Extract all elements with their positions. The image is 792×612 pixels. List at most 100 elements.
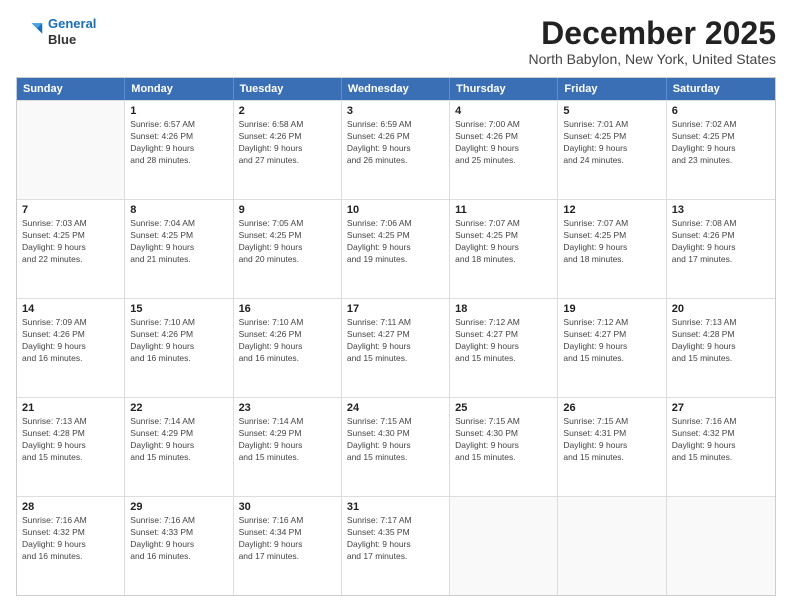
day-info: Sunrise: 7:08 AM Sunset: 4:26 PM Dayligh… <box>672 218 770 266</box>
day-cell-21: 21 Sunrise: 7:13 AM Sunset: 4:28 PM Dayli… <box>17 398 125 496</box>
day-cell-6: 6 Sunrise: 7:02 AM Sunset: 4:25 PM Daylig… <box>667 101 775 199</box>
day-number: 21 <box>22 402 119 414</box>
empty-cell-4-5 <box>558 497 666 595</box>
day-info: Sunrise: 6:59 AM Sunset: 4:26 PM Dayligh… <box>347 119 444 167</box>
day-cell-2: 2Sunrise: 6:58 AM Sunset: 4:26 PM Daylig… <box>234 101 342 199</box>
calendar-header: SundayMondayTuesdayWednesdayThursdayFrid… <box>17 78 775 100</box>
day-number: 9 <box>239 204 336 216</box>
day-info: Sunrise: 7:03 AM Sunset: 4:25 PM Dayligh… <box>22 218 119 266</box>
calendar: SundayMondayTuesdayWednesdayThursdayFrid… <box>16 77 776 596</box>
header-day-monday: Monday <box>125 78 233 100</box>
day-number: 4 <box>455 105 552 117</box>
day-cell-5: 5Sunrise: 7:01 AM Sunset: 4:25 PM Daylig… <box>558 101 666 199</box>
day-cell-25: 25 Sunrise: 7:15 AM Sunset: 4:30 PM Dayli… <box>450 398 558 496</box>
day-number: 5 <box>563 105 660 117</box>
subtitle: North Babylon, New York, United States <box>529 51 776 67</box>
day-number: 22 <box>130 402 227 414</box>
day-number: 29 <box>130 501 227 513</box>
day-number: 15 <box>130 303 227 315</box>
day-cell-30: 30Sunrise: 7:16 AM Sunset: 4:34 PM Dayli… <box>234 497 342 595</box>
day-cell-20: 20 Sunrise: 7:13 AM Sunset: 4:28 PM Dayli… <box>667 299 775 397</box>
day-number: 2 <box>239 105 336 117</box>
day-number: 16 <box>239 303 336 315</box>
day-cell-14: 14 Sunrise: 7:09 AM Sunset: 4:26 PM Dayli… <box>17 299 125 397</box>
day-info: Sunrise: 7:02 AM Sunset: 4:25 PM Dayligh… <box>672 119 770 167</box>
day-cell-7: 7 Sunrise: 7:03 AM Sunset: 4:25 PM Daylig… <box>17 200 125 298</box>
day-info: Sunrise: 7:11 AM Sunset: 4:27 PM Dayligh… <box>347 317 444 365</box>
day-cell-15: 15 Sunrise: 7:10 AM Sunset: 4:26 PM Dayli… <box>125 299 233 397</box>
day-number: 1 <box>130 105 227 117</box>
empty-cell-4-4 <box>450 497 558 595</box>
day-number: 26 <box>563 402 660 414</box>
header: General Blue December 2025 North Babylon… <box>16 16 776 67</box>
day-info: Sunrise: 7:16 AM Sunset: 4:33 PM Dayligh… <box>130 515 227 563</box>
day-number: 25 <box>455 402 552 414</box>
header-day-tuesday: Tuesday <box>234 78 342 100</box>
calendar-row-4: 28 Sunrise: 7:16 AM Sunset: 4:32 PM Dayli… <box>17 496 775 595</box>
day-info: Sunrise: 7:16 AM Sunset: 4:32 PM Dayligh… <box>22 515 119 563</box>
day-info: Sunrise: 7:15 AM Sunset: 4:30 PM Dayligh… <box>455 416 552 464</box>
day-info: Sunrise: 7:14 AM Sunset: 4:29 PM Dayligh… <box>130 416 227 464</box>
calendar-body: 1 Sunrise: 6:57 AM Sunset: 4:26 PM Daylig… <box>17 100 775 595</box>
day-cell-29: 29 Sunrise: 7:16 AM Sunset: 4:33 PM Dayli… <box>125 497 233 595</box>
day-info: Sunrise: 7:06 AM Sunset: 4:25 PM Dayligh… <box>347 218 444 266</box>
day-number: 13 <box>672 204 770 216</box>
day-cell-16: 16 Sunrise: 7:10 AM Sunset: 4:26 PM Dayli… <box>234 299 342 397</box>
logo-line1: General <box>48 16 96 31</box>
day-info: Sunrise: 7:13 AM Sunset: 4:28 PM Dayligh… <box>22 416 119 464</box>
day-cell-4: 4 Sunrise: 7:00 AM Sunset: 4:26 PM Daylig… <box>450 101 558 199</box>
day-info: Sunrise: 7:16 AM Sunset: 4:32 PM Dayligh… <box>672 416 770 464</box>
day-number: 7 <box>22 204 119 216</box>
header-day-thursday: Thursday <box>450 78 558 100</box>
day-cell-24: 24Sunrise: 7:15 AM Sunset: 4:30 PM Dayli… <box>342 398 450 496</box>
day-number: 30 <box>239 501 336 513</box>
header-day-sunday: Sunday <box>17 78 125 100</box>
day-cell-18: 18 Sunrise: 7:12 AM Sunset: 4:27 PM Dayli… <box>450 299 558 397</box>
day-info: Sunrise: 7:09 AM Sunset: 4:26 PM Dayligh… <box>22 317 119 365</box>
logo-text: General Blue <box>48 16 96 47</box>
day-cell-8: 8 Sunrise: 7:04 AM Sunset: 4:25 PM Daylig… <box>125 200 233 298</box>
empty-cell-4-6 <box>667 497 775 595</box>
header-day-saturday: Saturday <box>667 78 775 100</box>
day-cell-19: 19Sunrise: 7:12 AM Sunset: 4:27 PM Dayli… <box>558 299 666 397</box>
day-number: 28 <box>22 501 119 513</box>
day-cell-26: 26 Sunrise: 7:15 AM Sunset: 4:31 PM Dayli… <box>558 398 666 496</box>
day-info: Sunrise: 7:07 AM Sunset: 4:25 PM Dayligh… <box>563 218 660 266</box>
day-info: Sunrise: 7:15 AM Sunset: 4:31 PM Dayligh… <box>563 416 660 464</box>
header-day-friday: Friday <box>558 78 666 100</box>
day-number: 6 <box>672 105 770 117</box>
day-info: Sunrise: 7:17 AM Sunset: 4:35 PM Dayligh… <box>347 515 444 563</box>
logo-line2: Blue <box>48 32 96 48</box>
day-number: 8 <box>130 204 227 216</box>
calendar-row-2: 14 Sunrise: 7:09 AM Sunset: 4:26 PM Dayli… <box>17 298 775 397</box>
day-number: 18 <box>455 303 552 315</box>
day-cell-17: 17 Sunrise: 7:11 AM Sunset: 4:27 PM Dayli… <box>342 299 450 397</box>
day-cell-22: 22 Sunrise: 7:14 AM Sunset: 4:29 PM Dayli… <box>125 398 233 496</box>
day-info: Sunrise: 7:10 AM Sunset: 4:26 PM Dayligh… <box>130 317 227 365</box>
calendar-row-1: 7 Sunrise: 7:03 AM Sunset: 4:25 PM Daylig… <box>17 199 775 298</box>
day-info: Sunrise: 6:57 AM Sunset: 4:26 PM Dayligh… <box>130 119 227 167</box>
day-cell-31: 31Sunrise: 7:17 AM Sunset: 4:35 PM Dayli… <box>342 497 450 595</box>
day-number: 14 <box>22 303 119 315</box>
day-info: Sunrise: 7:10 AM Sunset: 4:26 PM Dayligh… <box>239 317 336 365</box>
day-info: Sunrise: 7:00 AM Sunset: 4:26 PM Dayligh… <box>455 119 552 167</box>
day-cell-9: 9Sunrise: 7:05 AM Sunset: 4:25 PM Daylig… <box>234 200 342 298</box>
day-info: Sunrise: 7:13 AM Sunset: 4:28 PM Dayligh… <box>672 317 770 365</box>
day-number: 10 <box>347 204 444 216</box>
page: General Blue December 2025 North Babylon… <box>0 0 792 612</box>
day-cell-13: 13 Sunrise: 7:08 AM Sunset: 4:26 PM Dayli… <box>667 200 775 298</box>
day-info: Sunrise: 7:12 AM Sunset: 4:27 PM Dayligh… <box>563 317 660 365</box>
day-info: Sunrise: 7:07 AM Sunset: 4:25 PM Dayligh… <box>455 218 552 266</box>
day-cell-27: 27Sunrise: 7:16 AM Sunset: 4:32 PM Dayli… <box>667 398 775 496</box>
empty-cell-0-0 <box>17 101 125 199</box>
calendar-row-0: 1 Sunrise: 6:57 AM Sunset: 4:26 PM Daylig… <box>17 100 775 199</box>
day-cell-10: 10 Sunrise: 7:06 AM Sunset: 4:25 PM Dayli… <box>342 200 450 298</box>
day-number: 17 <box>347 303 444 315</box>
day-info: Sunrise: 7:12 AM Sunset: 4:27 PM Dayligh… <box>455 317 552 365</box>
day-cell-23: 23Sunrise: 7:14 AM Sunset: 4:29 PM Dayli… <box>234 398 342 496</box>
day-number: 12 <box>563 204 660 216</box>
day-cell-11: 11Sunrise: 7:07 AM Sunset: 4:25 PM Dayli… <box>450 200 558 298</box>
day-number: 20 <box>672 303 770 315</box>
day-info: Sunrise: 7:04 AM Sunset: 4:25 PM Dayligh… <box>130 218 227 266</box>
logo-icon <box>16 18 44 46</box>
